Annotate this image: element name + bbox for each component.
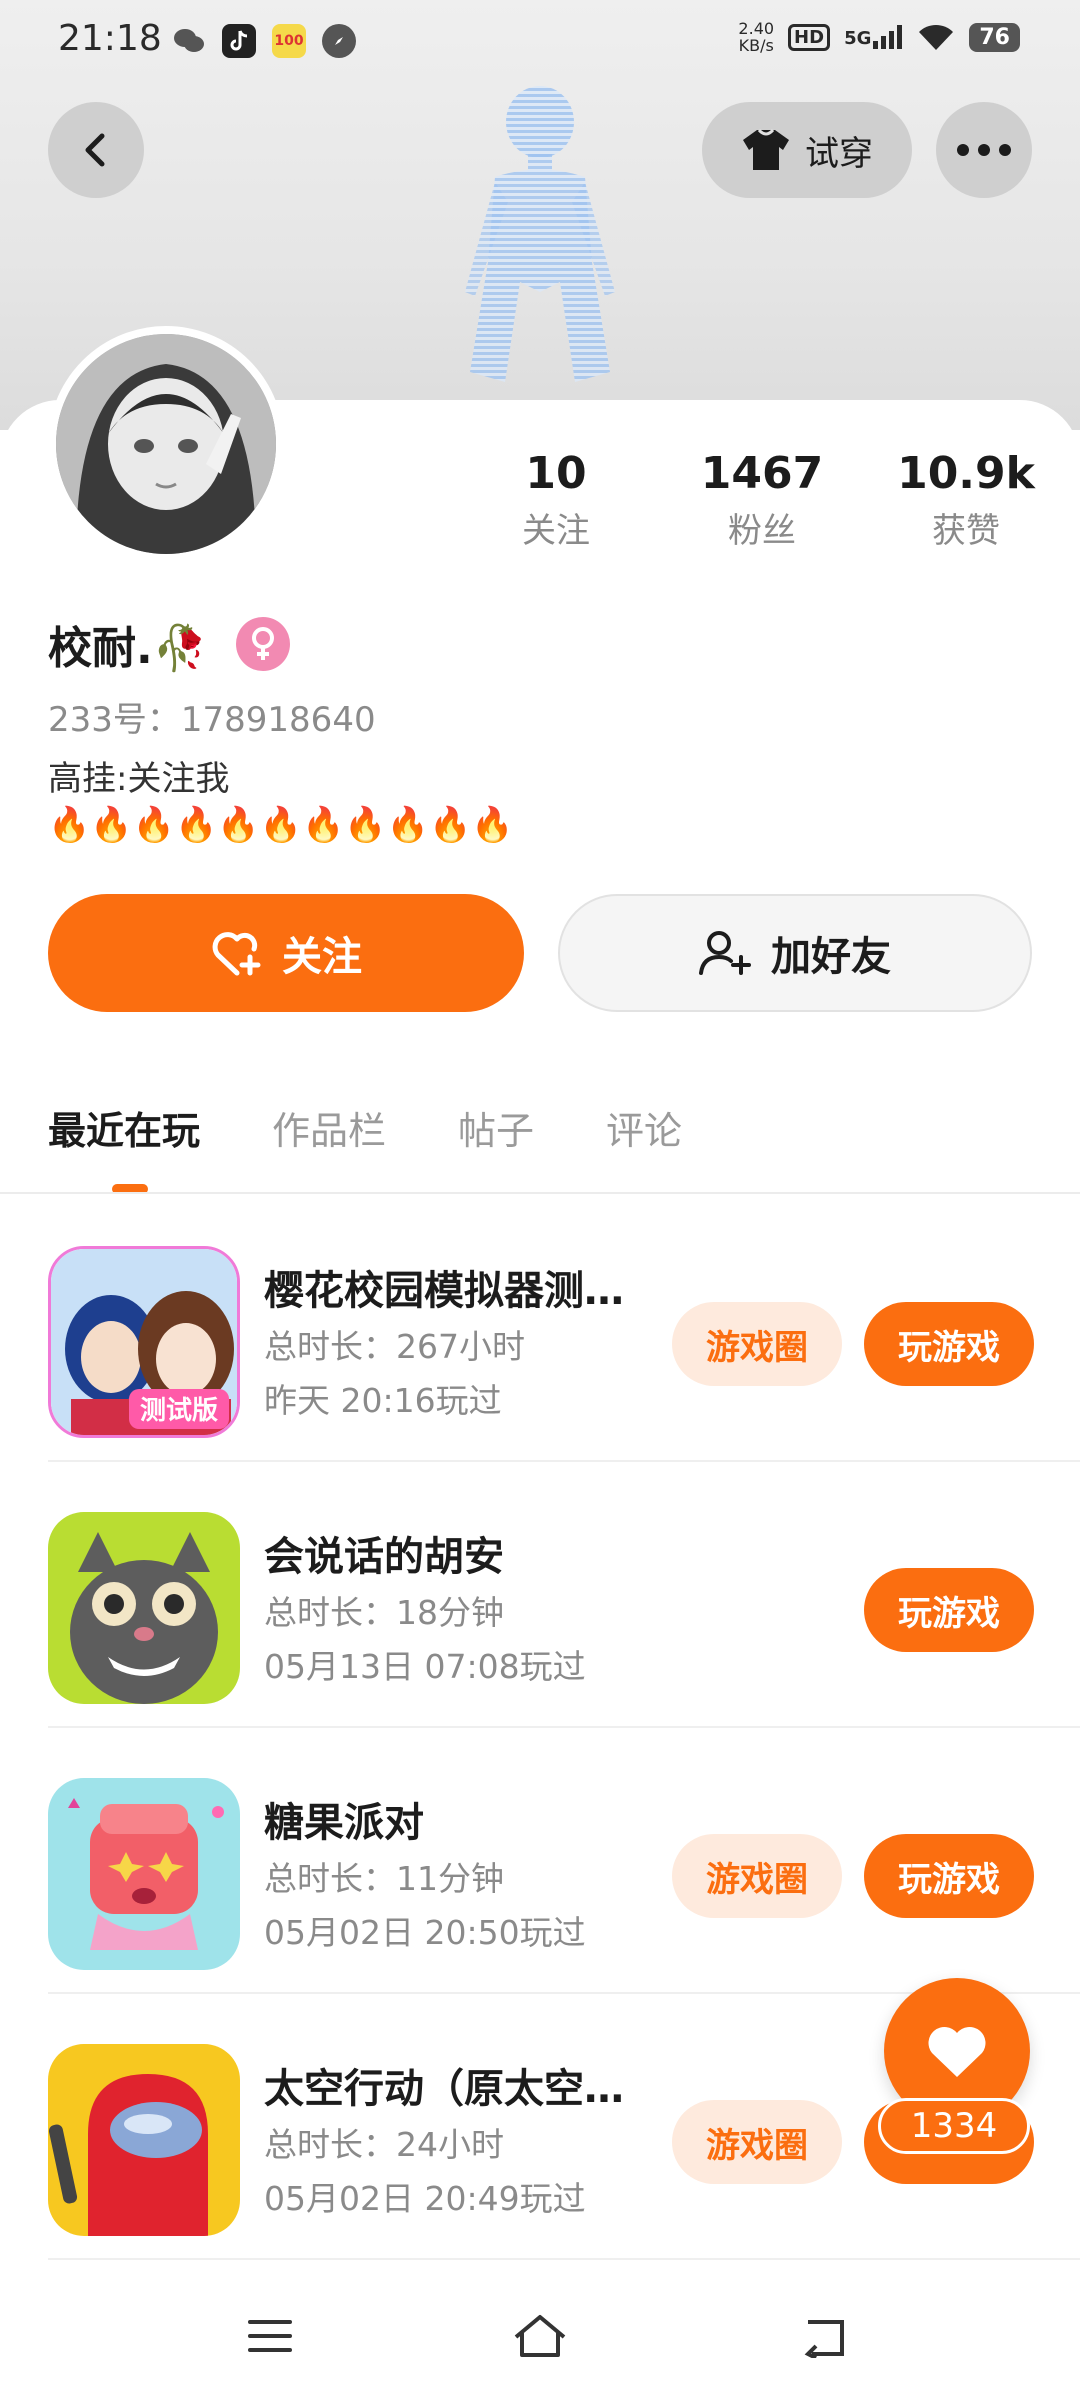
more-button[interactable] xyxy=(936,102,1032,198)
battery-icon: 76 xyxy=(969,22,1020,52)
profile-tabs: 最近在玩 作品栏 帖子 评论 xyxy=(48,1100,754,1155)
follow-button[interactable]: 关注 xyxy=(48,894,524,1012)
game-last-played: 05月02日 20:49玩过 xyxy=(264,2179,586,2218)
bio-line: 高挂:关注我 xyxy=(48,759,230,799)
back-nav-button[interactable] xyxy=(796,2306,856,2366)
game-circle-button[interactable]: 游戏圈 xyxy=(672,1302,842,1386)
heart-plus-icon xyxy=(212,932,261,976)
home-icon xyxy=(514,2315,566,2357)
menu-nav-button[interactable] xyxy=(240,2306,300,2366)
list-item[interactable]: 测试版 樱花校园模拟器测试版 总时长：267小时 昨天 20:16玩过 游戏圈 … xyxy=(0,1196,1080,1462)
avatar-image xyxy=(56,334,276,554)
play-game-button[interactable]: 玩游戏 xyxy=(864,1302,1034,1386)
game-icon-talking-juan xyxy=(48,1512,240,1704)
system-navigation-bar xyxy=(0,2270,1080,2400)
wechat-icon xyxy=(172,24,206,58)
tab-comments[interactable]: 评论 xyxy=(606,1100,682,1155)
female-icon xyxy=(235,617,290,671)
stat-followers[interactable]: 1467 粉丝 xyxy=(662,448,862,552)
wifi-icon xyxy=(919,24,954,50)
shirt-icon xyxy=(743,128,789,170)
game-duration: 总时长：24小时 xyxy=(264,2125,504,2164)
status-bar: 21:18 100 2.40 KB/s HD 5G 76 xyxy=(0,0,1080,84)
menu-icon xyxy=(248,2320,292,2352)
notification-icons: 100 xyxy=(172,24,356,58)
game-last-played: 05月02日 20:50玩过 xyxy=(264,1913,586,1952)
game-icon-space-action xyxy=(48,2044,240,2236)
game-circle-button[interactable]: 游戏圈 xyxy=(672,2100,842,2184)
avatar[interactable] xyxy=(48,326,284,562)
back-icon xyxy=(804,2320,844,2358)
like-count-badge: 1334 xyxy=(878,2098,1030,2154)
stat-likes[interactable]: 10.9k 获赞 xyxy=(866,448,1066,552)
svg-text:测试版: 测试版 xyxy=(140,1396,218,1426)
status-right-icons: 2.40 KB/s HD 5G 76 xyxy=(738,20,1020,54)
network-speed: 2.40 KB/s xyxy=(738,19,775,55)
add-friend-button[interactable]: 加好友 xyxy=(558,894,1032,1012)
back-button[interactable] xyxy=(48,102,144,198)
tab-posts[interactable]: 帖子 xyxy=(458,1100,534,1155)
game-title: 樱花校园模拟器测试版 xyxy=(264,1268,644,1314)
bio: 高挂:关注我 🔥🔥🔥🔥🔥🔥🔥🔥🔥🔥🔥 xyxy=(48,756,514,848)
app-100-icon: 100 xyxy=(272,24,306,58)
follow-label: 关注 xyxy=(282,934,362,980)
avatar-hologram-figure xyxy=(465,86,615,382)
bio-emoji-line: 🔥🔥🔥🔥🔥🔥🔥🔥🔥🔥🔥 xyxy=(48,805,514,845)
game-title: 太空行动（原太空杀） xyxy=(264,2066,644,2112)
profile-name: 校耐.🥀 xyxy=(48,623,208,674)
game-icon-candy-party xyxy=(48,1778,240,1970)
game-duration: 总时长：267小时 xyxy=(264,1327,525,1366)
try-on-button[interactable]: 试穿 xyxy=(702,102,912,198)
game-duration: 总时长：11分钟 xyxy=(264,1859,504,1898)
home-nav-button[interactable] xyxy=(510,2306,570,2366)
compass-icon xyxy=(322,24,356,58)
game-duration: 总时长：18分钟 xyxy=(264,1593,504,1632)
add-friend-label: 加好友 xyxy=(771,934,891,980)
list-item[interactable]: 糖果派对 总时长：11分钟 05月02日 20:50玩过 游戏圈 玩游戏 xyxy=(0,1728,1080,1994)
signal-icon: 5G xyxy=(844,25,903,49)
tab-recently-played[interactable]: 最近在玩 xyxy=(48,1100,200,1155)
game-title: 糖果派对 xyxy=(264,1800,424,1846)
game-last-played: 昨天 20:16玩过 xyxy=(264,1381,502,1420)
tab-works[interactable]: 作品栏 xyxy=(272,1100,386,1155)
play-game-button[interactable]: 玩游戏 xyxy=(864,1834,1034,1918)
tiktok-icon xyxy=(222,24,256,58)
hd-icon: HD xyxy=(788,23,831,51)
user-id: 233号：178918640 xyxy=(48,700,376,740)
add-user-icon xyxy=(699,931,751,975)
list-item[interactable]: 会说话的胡安 总时长：18分钟 05月13日 07:08玩过 玩游戏 xyxy=(0,1462,1080,1728)
more-dots-icon xyxy=(957,144,1011,156)
play-game-button[interactable]: 玩游戏 xyxy=(864,1568,1034,1652)
status-time: 21:18 xyxy=(58,18,162,59)
heart-icon xyxy=(928,2026,986,2077)
list-divider xyxy=(48,2258,1080,2260)
game-last-played: 05月13日 07:08玩过 xyxy=(264,1647,586,1686)
game-title: 会说话的胡安 xyxy=(264,1534,504,1580)
tab-divider xyxy=(0,1192,1080,1194)
profile-name-row: 校耐.🥀 xyxy=(48,612,290,676)
stat-following[interactable]: 10 关注 xyxy=(456,448,656,552)
try-on-label: 试穿 xyxy=(805,133,873,174)
game-circle-button[interactable]: 游戏圈 xyxy=(672,1834,842,1918)
game-icon-sakura-school: 测试版 xyxy=(48,1246,240,1438)
chevron-left-icon xyxy=(85,133,105,167)
